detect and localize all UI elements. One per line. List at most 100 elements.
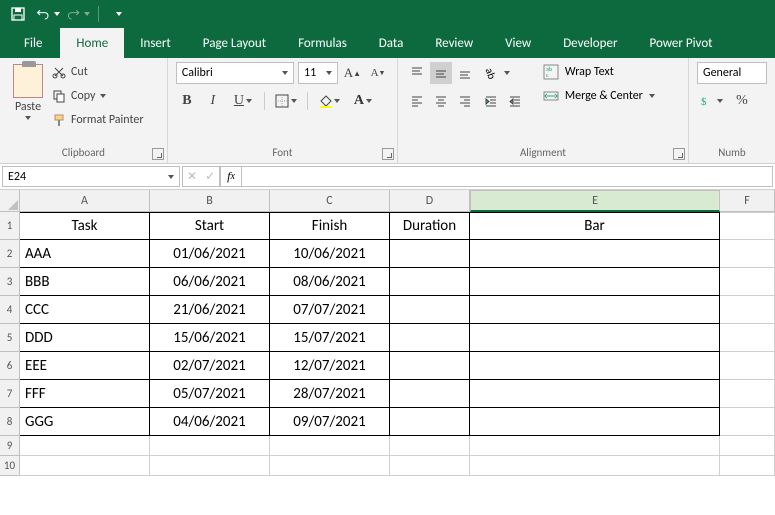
font-color-button[interactable]: A	[348, 90, 378, 112]
cell-C10[interactable]	[270, 456, 390, 476]
cell-B2[interactable]: 01/06/2021	[150, 240, 270, 268]
cancel-formula-icon[interactable]: ✕	[187, 169, 197, 184]
cell-E4[interactable]	[470, 296, 720, 324]
cell-F4[interactable]	[720, 296, 775, 324]
select-all-corner[interactable]	[0, 190, 20, 212]
row-7[interactable]: 7	[0, 380, 20, 408]
row-6[interactable]: 6	[0, 352, 20, 380]
cell-E5[interactable]	[470, 324, 720, 352]
indent-increase-button[interactable]	[504, 90, 526, 112]
cell-B7[interactable]: 05/07/2021	[150, 380, 270, 408]
save-icon[interactable]	[6, 3, 30, 25]
cell-D3[interactable]	[390, 268, 470, 296]
cell-B4[interactable]: 21/06/2021	[150, 296, 270, 324]
row-2[interactable]: 2	[0, 240, 20, 268]
customize-qat-icon[interactable]	[107, 3, 131, 25]
row-5[interactable]: 5	[0, 324, 20, 352]
col-B[interactable]: B	[150, 190, 270, 212]
indent-decrease-button[interactable]	[480, 90, 502, 112]
cell-A9[interactable]	[20, 436, 150, 456]
fx-icon[interactable]: fx	[220, 166, 242, 187]
cell-F7[interactable]	[720, 380, 775, 408]
bold-button[interactable]: B	[176, 90, 198, 112]
format-painter-button[interactable]: Format Painter	[52, 110, 144, 130]
font-name-select[interactable]: Calibri	[176, 62, 294, 84]
align-top-button[interactable]	[406, 62, 428, 84]
align-left-button[interactable]	[406, 90, 428, 112]
number-format-select[interactable]: General	[697, 62, 767, 84]
tab-home[interactable]: Home	[60, 28, 124, 58]
cell-C6[interactable]: 12/07/2021	[270, 352, 390, 380]
cell-E2[interactable]	[470, 240, 720, 268]
cell-A6[interactable]: EEE	[20, 352, 150, 380]
cell-C1[interactable]: Finish	[270, 212, 390, 240]
copy-button[interactable]: Copy	[52, 86, 144, 106]
cell-A3[interactable]: BBB	[20, 268, 150, 296]
cell-A2[interactable]: AAA	[20, 240, 150, 268]
col-A[interactable]: A	[20, 190, 150, 212]
font-dialog-launcher[interactable]	[382, 148, 394, 160]
cell-D9[interactable]	[390, 436, 470, 456]
font-size-select[interactable]: 11	[298, 62, 338, 84]
cell-D10[interactable]	[390, 456, 470, 476]
cell-A7[interactable]: FFF	[20, 380, 150, 408]
tab-file[interactable]: File	[6, 28, 60, 58]
cell-F1[interactable]	[720, 212, 775, 240]
increase-font-icon[interactable]: A▲	[342, 62, 364, 84]
cell-B5[interactable]: 15/06/2021	[150, 324, 270, 352]
cell-D2[interactable]	[390, 240, 470, 268]
fill-color-button[interactable]	[314, 90, 344, 112]
cell-A4[interactable]: CCC	[20, 296, 150, 324]
spreadsheet-grid[interactable]: A B C D E F 1 Task Start Finish Duration…	[0, 190, 775, 476]
cell-F8[interactable]	[720, 408, 775, 436]
cell-B3[interactable]: 06/06/2021	[150, 268, 270, 296]
cell-E7[interactable]	[470, 380, 720, 408]
underline-button[interactable]: U	[228, 90, 258, 112]
tab-review[interactable]: Review	[419, 28, 489, 58]
cell-A10[interactable]	[20, 456, 150, 476]
cell-B6[interactable]: 02/07/2021	[150, 352, 270, 380]
cell-E10[interactable]	[470, 456, 720, 476]
wrap-text-button[interactable]: abc Wrap Text	[536, 62, 662, 82]
cell-B10[interactable]	[150, 456, 270, 476]
tab-insert[interactable]: Insert	[124, 28, 187, 58]
cell-E1[interactable]: Bar	[470, 212, 720, 240]
row-4[interactable]: 4	[0, 296, 20, 324]
col-E[interactable]: E	[470, 190, 720, 212]
paste-button[interactable]: Paste	[8, 62, 48, 128]
cell-C5[interactable]: 15/07/2021	[270, 324, 390, 352]
cell-D1[interactable]: Duration	[390, 212, 470, 240]
merge-center-button[interactable]: Merge & Center	[536, 86, 662, 106]
accept-formula-icon[interactable]: ✓	[205, 169, 215, 184]
accounting-format-button[interactable]: $	[697, 90, 727, 112]
cell-E8[interactable]	[470, 408, 720, 436]
tab-power-pivot[interactable]: Power Pivot	[633, 28, 728, 58]
cell-C2[interactable]: 10/06/2021	[270, 240, 390, 268]
cell-A1[interactable]: Task	[20, 212, 150, 240]
col-D[interactable]: D	[390, 190, 470, 212]
cell-A5[interactable]: DDD	[20, 324, 150, 352]
name-box[interactable]: E24	[2, 166, 180, 187]
row-10[interactable]: 10	[0, 456, 20, 476]
cell-A8[interactable]: GGG	[20, 408, 150, 436]
col-F[interactable]: F	[720, 190, 775, 212]
cell-D4[interactable]	[390, 296, 470, 324]
cell-B9[interactable]	[150, 436, 270, 456]
row-1[interactable]: 1	[0, 212, 20, 240]
cell-D8[interactable]	[390, 408, 470, 436]
cell-D5[interactable]	[390, 324, 470, 352]
cell-C9[interactable]	[270, 436, 390, 456]
row-8[interactable]: 8	[0, 408, 20, 436]
align-right-button[interactable]	[454, 90, 476, 112]
tab-data[interactable]: Data	[363, 28, 420, 58]
cell-F6[interactable]	[720, 352, 775, 380]
cut-button[interactable]: Cut	[52, 62, 144, 82]
cell-F5[interactable]	[720, 324, 775, 352]
cell-B8[interactable]: 04/06/2021	[150, 408, 270, 436]
cell-C8[interactable]: 09/07/2021	[270, 408, 390, 436]
cell-F2[interactable]	[720, 240, 775, 268]
tab-page-layout[interactable]: Page Layout	[187, 28, 282, 58]
percent-button[interactable]: %	[731, 90, 753, 112]
cell-D6[interactable]	[390, 352, 470, 380]
cell-C4[interactable]: 07/07/2021	[270, 296, 390, 324]
